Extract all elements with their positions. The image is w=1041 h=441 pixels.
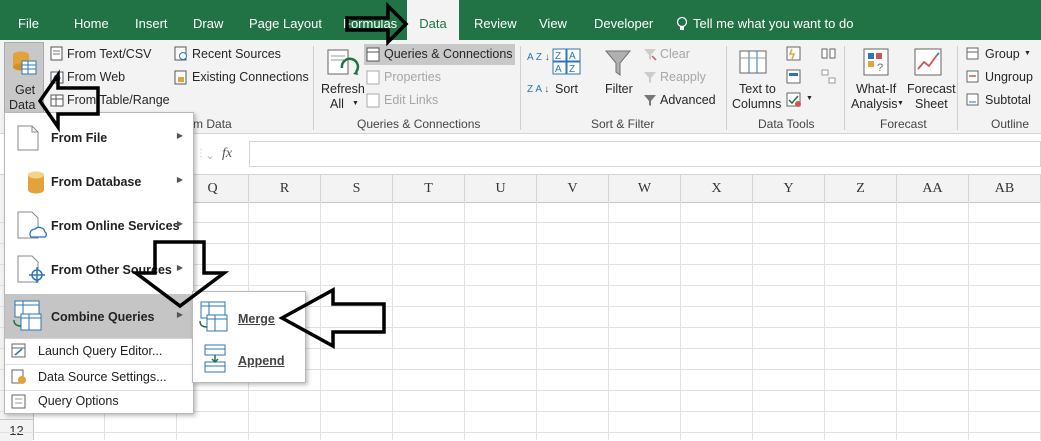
annotation-arrow-data-tab bbox=[345, 1, 409, 47]
annotation-arrow-get-data bbox=[37, 69, 100, 133]
annotation-arrows-overlay bbox=[37, 1, 409, 349]
annotation-arrow-combine-queries bbox=[130, 240, 230, 309]
annotation-arrow-merge bbox=[278, 287, 386, 349]
